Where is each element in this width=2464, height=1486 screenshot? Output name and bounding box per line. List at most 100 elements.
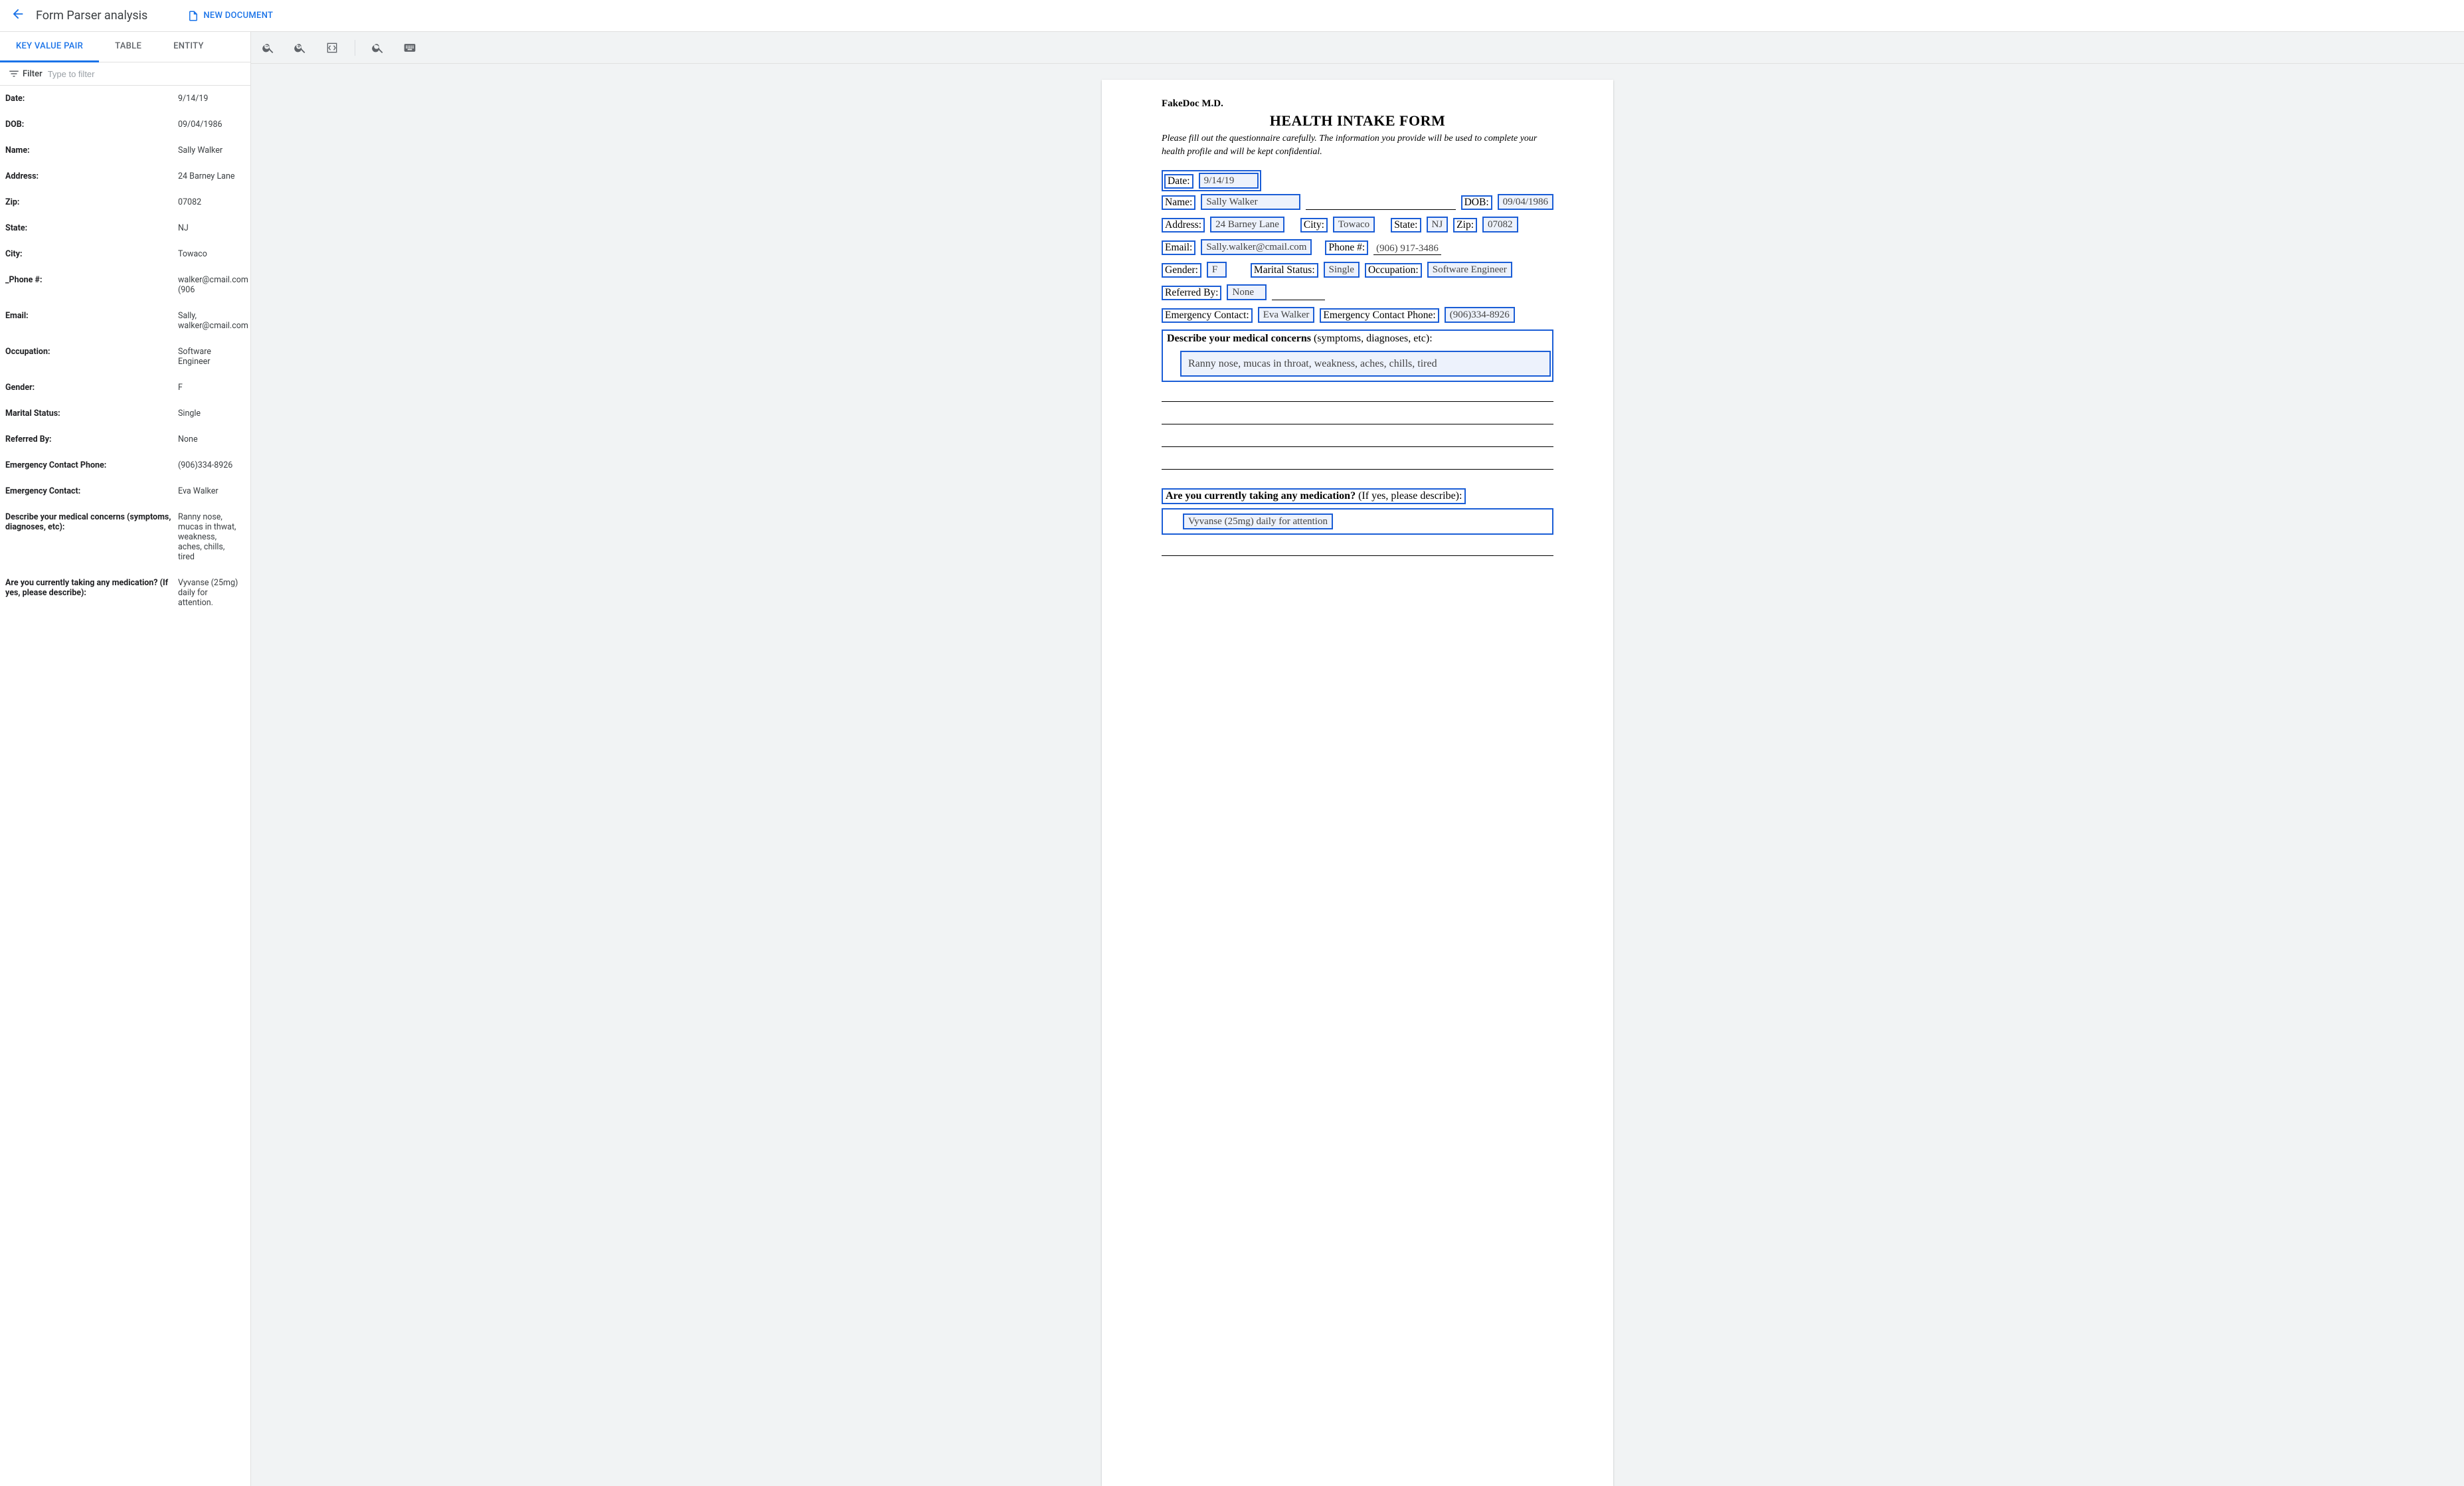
kv-value: 09/04/1986 (178, 120, 228, 130)
field-label-email: Email: (1162, 240, 1195, 255)
kv-row[interactable]: State:NJ (0, 215, 250, 241)
kv-row[interactable]: Occupation:Software Engineer (0, 339, 250, 375)
kv-row[interactable]: Emergency Contact Phone:(906)334-8926 (0, 452, 250, 478)
field-label-city: City: (1300, 218, 1328, 232)
zoom-in-icon[interactable] (291, 39, 309, 57)
kv-row[interactable]: Emergency Contact:Eva Walker (0, 478, 250, 504)
kv-row[interactable]: Marital Status:Single (0, 401, 250, 426)
kv-key: Name: (5, 145, 178, 155)
filter-label: Filter (8, 68, 43, 80)
kv-value: Ranny nose, mucas in thwat, weakness, ac… (178, 512, 245, 562)
kv-row[interactable]: Gender:F (0, 375, 250, 401)
kv-row[interactable]: Are you currently taking any medication?… (0, 570, 250, 616)
document-viewport[interactable]: FakeDoc M.D. HEALTH INTAKE FORM Please f… (251, 64, 2464, 1486)
document-icon (187, 10, 199, 22)
kv-row[interactable]: Date:9/14/19 (0, 86, 250, 112)
field-value-dob: 09/04/1986 (1498, 194, 1553, 210)
field-label-concerns: Describe your medical concerns (symptoms… (1164, 332, 1435, 345)
keyboard-icon[interactable] (400, 39, 419, 57)
field-label-emergency-contact: Emergency Contact: (1162, 308, 1253, 323)
back-arrow-icon[interactable] (11, 7, 25, 25)
kv-value: Vyvanse (25mg) daily for attention. (178, 578, 245, 608)
field-value-state: NJ (1427, 217, 1449, 232)
kv-value: 24 Barney Lane (178, 171, 240, 181)
search-icon[interactable] (369, 39, 387, 57)
kv-value: (906)334-8926 (178, 460, 238, 470)
app-header: Form Parser analysis NEW DOCUMENT (0, 0, 2464, 32)
kv-value: None (178, 434, 203, 444)
field-value-referred: None (1227, 284, 1267, 300)
tab-entity[interactable]: ENTITY (157, 32, 220, 62)
form-intro: Please fill out the questionnaire carefu… (1162, 132, 1553, 158)
filter-icon (8, 68, 20, 80)
form-title: HEALTH INTAKE FORM (1162, 112, 1553, 130)
field-label-occupation: Occupation: (1365, 263, 1422, 278)
kv-row[interactable]: Referred By:None (0, 426, 250, 452)
kv-value: F (178, 383, 188, 393)
kv-row[interactable]: _Phone #:walker@cmail.com (906 (0, 267, 250, 303)
kv-key: Date: (5, 94, 178, 104)
kv-key: _Phone #: (5, 275, 178, 295)
field-label-name: Name: (1162, 195, 1195, 210)
kv-key: City: (5, 249, 178, 259)
field-value-occupation: Software Engineer (1427, 262, 1512, 278)
kv-row[interactable]: City:Towaco (0, 241, 250, 267)
kv-row[interactable]: Address:24 Barney Lane (0, 163, 250, 189)
kv-key: Address: (5, 171, 178, 181)
kv-value: 9/14/19 (178, 94, 213, 104)
kv-value: Sally, walker@cmail.com (178, 311, 250, 331)
doctor-name: FakeDoc M.D. (1162, 98, 1553, 110)
field-value-medication: Vyvanse (25mg) daily for attention (1183, 513, 1333, 529)
kv-value: Single (178, 409, 206, 418)
kv-key: Emergency Contact Phone: (5, 460, 178, 470)
kv-row[interactable]: Email:Sally, walker@cmail.com (0, 303, 250, 339)
document-page: FakeDoc M.D. HEALTH INTAKE FORM Please f… (1102, 80, 1613, 1486)
kv-value: 07082 (178, 197, 207, 207)
page-title: Form Parser analysis (36, 9, 147, 23)
field-label-dob: DOB: (1461, 195, 1492, 210)
kv-key: Emergency Contact: (5, 486, 178, 496)
sidebar: KEY VALUE PAIR TABLE ENTITY Filter Date:… (0, 32, 251, 1486)
new-document-button[interactable]: NEW DOCUMENT (187, 10, 273, 22)
field-value-phone: (906) 917-3486 (1373, 243, 1441, 255)
field-value-address: 24 Barney Lane (1210, 217, 1284, 232)
field-value-name: Sally Walker (1201, 194, 1300, 210)
field-value-email: Sally.walker@cmail.com (1201, 239, 1312, 255)
kv-key: Gender: (5, 383, 178, 393)
kv-value: Towaco (178, 249, 213, 259)
main-area: FakeDoc M.D. HEALTH INTAKE FORM Please f… (251, 32, 2464, 1486)
kv-value: Sally Walker (178, 145, 228, 155)
kv-row[interactable]: Name:Sally Walker (0, 138, 250, 163)
field-value-zip: 07082 (1482, 217, 1518, 232)
field-label-referred: Referred By: (1162, 286, 1221, 300)
field-label-zip: Zip: (1453, 218, 1477, 232)
field-label-medication: Are you currently taking any medication?… (1162, 488, 1466, 504)
filter-input[interactable] (48, 69, 242, 79)
field-label-state: State: (1391, 218, 1421, 232)
tab-key-value-pair[interactable]: KEY VALUE PAIR (0, 32, 99, 62)
kv-key: Marital Status: (5, 409, 178, 418)
zoom-out-icon[interactable] (259, 39, 278, 57)
kv-row[interactable]: Describe your medical concerns (symptoms… (0, 504, 250, 570)
field-value-gender: F (1207, 262, 1227, 278)
field-value-concerns: Ranny nose, mucas in throat, weakness, a… (1180, 351, 1551, 377)
tab-table[interactable]: TABLE (99, 32, 157, 62)
field-value-city: Towaco (1333, 217, 1375, 232)
kv-value: Software Engineer (178, 347, 245, 367)
field-label-date: Date: (1164, 174, 1193, 189)
kv-key: Are you currently taking any medication?… (5, 578, 178, 608)
field-label-marital: Marital Status: (1251, 263, 1318, 278)
kv-key: Zip: (5, 197, 178, 207)
field-label-gender: Gender: (1162, 263, 1201, 278)
kv-key: DOB: (5, 120, 178, 130)
field-label-phone: Phone #: (1325, 240, 1368, 255)
document-toolbar (251, 32, 2464, 64)
fit-icon[interactable] (323, 39, 341, 57)
kv-key: Email: (5, 311, 178, 331)
field-label-emergency-phone: Emergency Contact Phone: (1320, 308, 1439, 323)
kv-key: State: (5, 223, 178, 233)
kv-row[interactable]: DOB:09/04/1986 (0, 112, 250, 138)
kv-value: walker@cmail.com (906 (178, 275, 250, 295)
kv-key: Describe your medical concerns (symptoms… (5, 512, 178, 562)
kv-row[interactable]: Zip:07082 (0, 189, 250, 215)
